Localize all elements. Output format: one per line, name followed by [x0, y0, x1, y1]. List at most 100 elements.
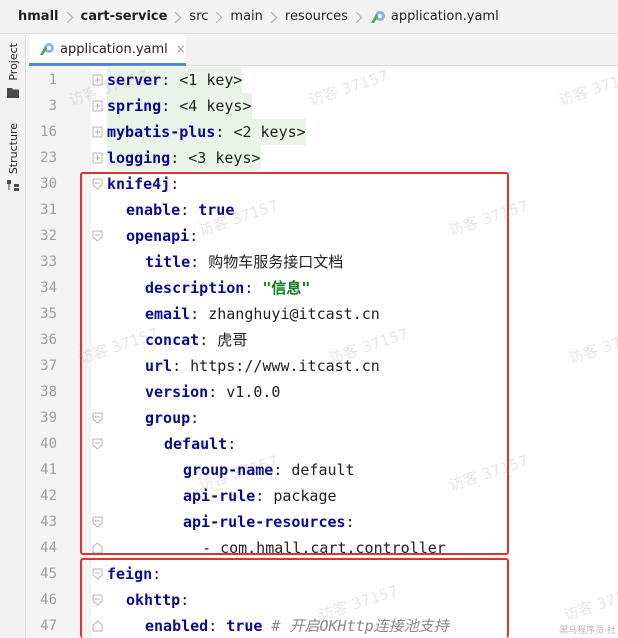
yaml-value: zhanghuyi@itcast.cn	[208, 305, 380, 323]
breadcrumb-item-hmall[interactable]: hmall	[18, 9, 59, 24]
project-tool-button[interactable]: Project	[2, 43, 24, 98]
fold-collapse-icon[interactable]	[92, 412, 103, 424]
code-text: okhttp:	[126, 587, 189, 613]
breadcrumb-item-application-yaml[interactable]: application.yaml	[370, 9, 499, 24]
yaml-key: server	[107, 71, 162, 89]
tool-window-strip: Project Structure	[0, 35, 26, 638]
breadcrumb-label-application-yaml: application.yaml	[390, 9, 499, 24]
code-line[interactable]: 40 default:	[27, 431, 618, 457]
line-number: 45	[40, 566, 57, 582]
yaml-separator: :	[273, 461, 292, 479]
yaml-value: "信息"	[262, 279, 311, 297]
code-text: api-rule: package	[183, 483, 337, 509]
fold-expand-icon[interactable]	[92, 100, 103, 112]
code-line[interactable]: 37 url: https://www.itcast.cn	[27, 353, 618, 379]
code-line[interactable]: 35 email: zhanghuyi@itcast.cn	[27, 301, 618, 327]
yaml-separator: :	[180, 591, 190, 609]
yaml-separator: :	[227, 435, 237, 453]
yaml-separator: :	[215, 123, 234, 141]
code-line[interactable]: 31 enable: true	[27, 197, 618, 223]
breadcrumb-item-src[interactable]: src	[189, 9, 208, 24]
breadcrumb-item-main[interactable]: main	[230, 9, 262, 24]
line-number: 43	[40, 514, 57, 530]
code-line[interactable]: 39 group:	[27, 405, 618, 431]
yaml-value: 虎哥	[217, 331, 248, 349]
structure-tool-label: Structure	[6, 123, 20, 175]
breadcrumb-item-resources[interactable]: resources	[285, 9, 348, 24]
code-line[interactable]: 30 knife4j:	[27, 171, 618, 197]
code-line[interactable]: 45 feign:	[27, 561, 618, 587]
code-text: server: <1 key>	[107, 67, 243, 93]
code-line[interactable]: 47 enabled: true # 开启OKHttp连接池支持	[27, 613, 618, 638]
fold-collapse-icon[interactable]	[92, 516, 103, 528]
yaml-value: true	[198, 201, 235, 219]
editor-tab-bar: application.yaml ×	[27, 35, 618, 66]
code-line[interactable]: 23 logging: <3 keys>	[27, 145, 618, 171]
code-text: logging: <3 keys>	[107, 145, 261, 171]
line-number: 16	[40, 124, 57, 140]
yaml-separator: -	[202, 539, 221, 557]
close-icon[interactable]: ×	[176, 42, 186, 56]
yaml-key: api-rule	[183, 487, 256, 505]
fold-expand-icon[interactable]	[92, 126, 103, 138]
project-tool-label: Project	[6, 43, 20, 81]
code-line[interactable]: 33 title: 购物车服务接口文档	[27, 249, 618, 275]
yaml-key: openapi	[126, 227, 190, 245]
fold-collapse-icon[interactable]	[92, 178, 103, 190]
fold-expand-icon[interactable]	[92, 74, 103, 86]
yaml-separator: :	[208, 617, 227, 635]
code-line[interactable]: 34 description: "信息"	[27, 275, 618, 301]
code-line[interactable]: 1 server: <1 key>	[27, 67, 618, 93]
code-line[interactable]: 44 - com.hmall.cart.controller	[27, 535, 618, 561]
code-line[interactable]: 36 concat: 虎哥	[27, 327, 618, 353]
line-number: 40	[40, 436, 57, 452]
breadcrumb-chevron-icon	[173, 10, 181, 24]
code-line[interactable]: 41 group-name: default	[27, 457, 618, 483]
yaml-file-icon	[370, 10, 385, 23]
fold-end-icon[interactable]	[92, 542, 103, 554]
code-text: concat: 虎哥	[145, 327, 247, 353]
yaml-key: title	[145, 253, 191, 271]
line-number: 47	[40, 618, 57, 634]
breadcrumb-item-cart-service[interactable]: cart-service	[81, 9, 168, 24]
code-text: title: 购物车服务接口文档	[145, 249, 343, 275]
yaml-separator: :	[161, 97, 180, 115]
yaml-separator: :	[189, 227, 199, 245]
code-text: version: v1.0.0	[145, 379, 280, 405]
code-text: spring: <4 keys>	[107, 93, 252, 119]
fold-expand-icon[interactable]	[92, 152, 103, 164]
folded-placeholder: <2 keys>	[233, 123, 306, 141]
line-number: 32	[40, 228, 57, 244]
code-text: knife4j:	[107, 171, 179, 197]
code-line[interactable]: 32 openapi:	[27, 223, 618, 249]
tab-application-yaml[interactable]: application.yaml ×	[29, 35, 186, 66]
line-number: 44	[40, 540, 57, 556]
line-number: 30	[40, 176, 57, 192]
code-editor[interactable]: 1 server: <1 key> 3 spring: <4 keys> 16 mybat…	[27, 67, 618, 638]
code-text: mybatis-plus: <2 keys>	[107, 119, 306, 145]
fold-collapse-icon[interactable]	[92, 594, 103, 606]
fold-collapse-icon[interactable]	[92, 438, 103, 450]
yaml-separator: :	[180, 201, 199, 219]
fold-collapse-icon[interactable]	[92, 230, 103, 242]
yaml-key: email	[145, 305, 191, 323]
code-line[interactable]: 38 version: v1.0.0	[27, 379, 618, 405]
code-text: openapi:	[126, 223, 198, 249]
code-line[interactable]: 42 api-rule: package	[27, 483, 618, 509]
yaml-key: api-rule-resources	[183, 513, 346, 531]
fold-collapse-icon[interactable]	[92, 568, 103, 580]
code-line[interactable]: 43 api-rule-resources:	[27, 509, 618, 535]
yaml-separator: :	[170, 149, 189, 167]
breadcrumb: hmall cart-service src main resources ap…	[0, 0, 618, 34]
structure-tool-button[interactable]: Structure	[2, 123, 24, 192]
code-text: api-rule-resources:	[183, 509, 355, 535]
code-line[interactable]: 46 okhttp:	[27, 587, 618, 613]
code-line[interactable]: 16 mybatis-plus: <2 keys>	[27, 119, 618, 145]
code-line[interactable]: 3 spring: <4 keys>	[27, 93, 618, 119]
yaml-value: package	[273, 487, 337, 505]
fold-end-icon[interactable]	[92, 620, 103, 632]
yaml-separator: :	[172, 357, 191, 375]
yaml-comment: # 开启OKHttp连接池支持	[262, 617, 449, 635]
folded-placeholder: <1 key>	[179, 71, 243, 89]
line-number: 41	[40, 462, 57, 478]
